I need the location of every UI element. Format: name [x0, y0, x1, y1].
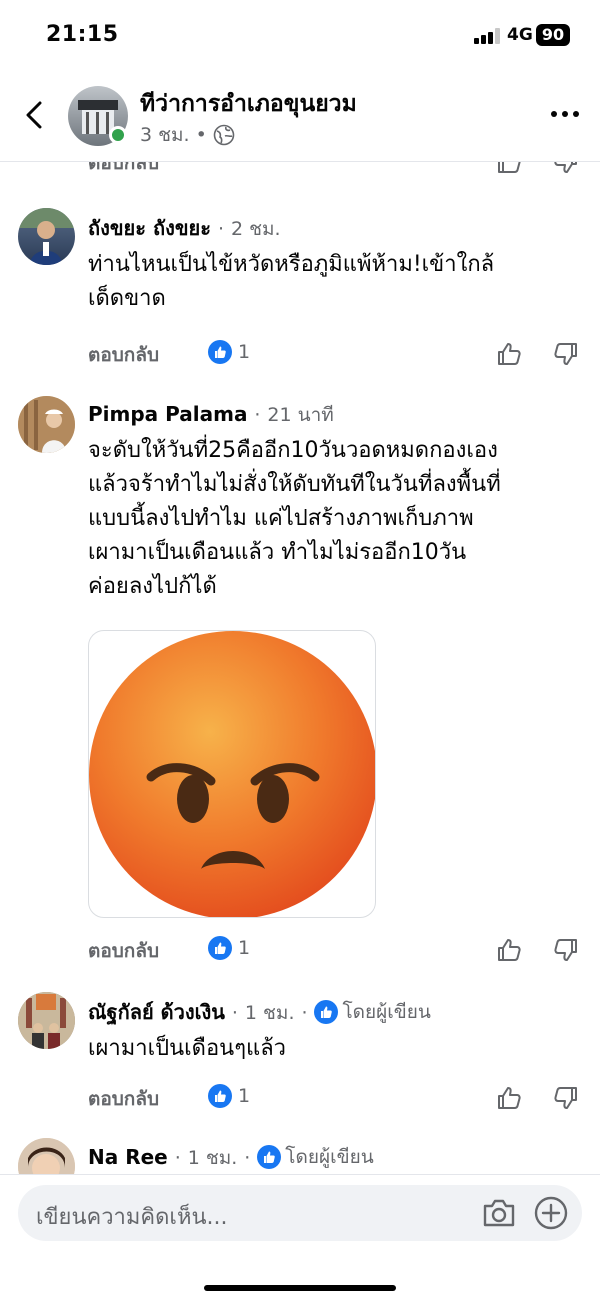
thumbs-down-icon[interactable]	[552, 162, 580, 176]
thumbs-up-icon[interactable]	[495, 340, 523, 368]
comments-feed[interactable]: ตอบกลับ ถังขยะ ถังขยะ · 2 ชม. ท่านไหนเป็…	[0, 162, 600, 1174]
chevron-left-icon	[26, 101, 42, 129]
angry-face-emoji-icon	[89, 631, 375, 917]
more-options-button[interactable]	[548, 102, 582, 126]
camera-icon[interactable]	[482, 1197, 516, 1229]
author-badge: โดยผู้เขียน	[257, 1142, 374, 1172]
status-time: 21:15	[46, 22, 119, 47]
reply-button[interactable]: ตอบกลับ	[88, 162, 159, 178]
reaction-count[interactable]: 1	[208, 1084, 250, 1108]
online-status-dot	[109, 126, 127, 144]
like-count: 1	[238, 1085, 251, 1107]
reply-button[interactable]: ตอบกลับ	[88, 340, 159, 370]
comment-time[interactable]: 21 นาที	[267, 404, 333, 426]
commenter-avatar[interactable]	[18, 208, 75, 265]
time-separator: ·	[231, 1002, 238, 1024]
commenter-avatar[interactable]	[18, 396, 75, 453]
like-reaction-icon	[208, 340, 232, 364]
battery-indicator: 90	[536, 24, 570, 46]
reply-button[interactable]: ตอบกลับ	[88, 936, 159, 966]
thumbs-up-icon[interactable]	[495, 936, 523, 964]
like-reaction-icon	[208, 1084, 232, 1108]
thumbs-down-icon[interactable]	[552, 1084, 580, 1112]
author-badge: โดยผู้เขียน	[314, 997, 431, 1027]
comment-time[interactable]: 1 ชม.	[245, 1002, 295, 1024]
add-circle-icon[interactable]	[534, 1196, 568, 1230]
time-separator: ·	[217, 218, 224, 240]
comment-text: ท่านไหนเป็นไข้หวัดหรือภูมิแพ้ห้าม!เข้าใก…	[88, 252, 495, 311]
comment-composer: เขียนความคิดเห็น...	[0, 1174, 600, 1298]
comment-time[interactable]: 2 ชม.	[231, 218, 281, 240]
post-time: 3 ชม.	[140, 124, 190, 146]
reaction-count[interactable]: 1	[208, 340, 250, 364]
comment-attachment[interactable]	[88, 630, 376, 918]
meta-dot: ·	[301, 1002, 308, 1024]
comment-text: จะดับให้วันที่25คืออีก10วันวอดหมดกองเอง …	[88, 438, 501, 599]
thumbs-down-icon[interactable]	[552, 340, 580, 368]
comment-input[interactable]: เขียนความคิดเห็น...	[18, 1185, 582, 1241]
commenter-avatar[interactable]	[18, 1138, 75, 1174]
meta-dot: ·	[244, 1147, 251, 1169]
page-name[interactable]: ทีว่าการอำเภอขุนยวม	[140, 86, 357, 122]
globe-icon	[213, 124, 235, 146]
network-type: 4G	[507, 25, 533, 45]
like-count: 1	[238, 937, 251, 959]
home-indicator[interactable]	[204, 1285, 396, 1291]
commenter-name[interactable]: ณัฐกัลย์ ด้วงเงิน	[88, 1000, 225, 1024]
thumbs-down-icon[interactable]	[552, 936, 580, 964]
comment-time[interactable]: 1 ชม.	[188, 1147, 238, 1169]
post-meta: 3 ชม. •	[140, 120, 235, 150]
comment-input-placeholder: เขียนความคิดเห็น...	[36, 1205, 228, 1230]
author-label: โดยผู้เขียน	[342, 1001, 431, 1023]
commenter-name[interactable]: ถังขยะ ถังขยะ	[88, 216, 211, 240]
like-reaction-icon	[208, 936, 232, 960]
thumbs-up-icon[interactable]	[495, 162, 523, 176]
time-separator: ·	[174, 1147, 181, 1169]
like-count: 1	[238, 341, 251, 363]
thumbs-up-icon[interactable]	[495, 1084, 523, 1112]
reply-button[interactable]: ตอบกลับ	[88, 1084, 159, 1114]
post-header: ทีว่าการอำเภอขุนยวม 3 ชม. •	[0, 72, 600, 162]
back-button[interactable]	[18, 98, 52, 132]
signal-strength-icon	[474, 28, 502, 44]
time-separator: ·	[254, 404, 261, 426]
status-bar: 21:15 4G 90	[0, 0, 600, 72]
comment-text: เผามาเป็นเดือนๆแล้ว	[88, 1036, 287, 1061]
author-like-icon	[314, 1000, 339, 1024]
more-dots-icon	[551, 111, 579, 117]
meta-dot: •	[195, 124, 207, 146]
author-like-icon	[257, 1145, 282, 1169]
commenter-name[interactable]: Na Ree	[88, 1145, 168, 1169]
author-label: โดยผู้เขียน	[285, 1146, 374, 1168]
commenter-avatar[interactable]	[18, 992, 75, 1049]
reaction-count[interactable]: 1	[208, 936, 250, 960]
commenter-name[interactable]: Pimpa Palama	[88, 402, 247, 426]
